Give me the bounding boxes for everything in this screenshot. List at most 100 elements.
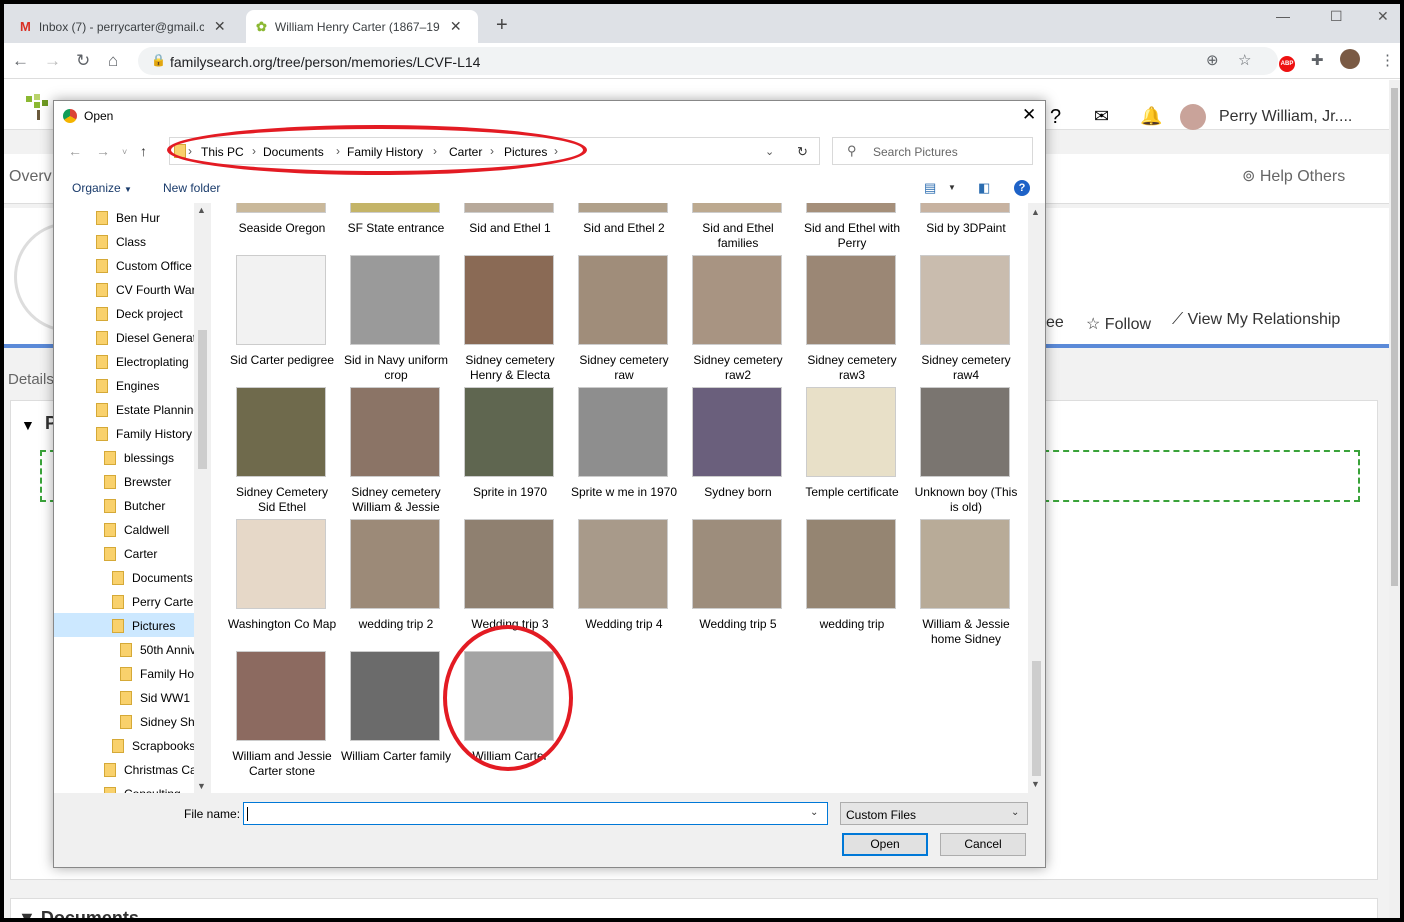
folder-tree-item[interactable]: Carter xyxy=(54,541,194,565)
file-item[interactable]: Sidney cemetery raw2 xyxy=(682,203,794,793)
file-item[interactable]: William & Jessie home Sidney xyxy=(910,203,1022,793)
bookmark-star-icon[interactable]: ☆ xyxy=(1238,51,1251,69)
dialog-close-icon[interactable]: ✕ xyxy=(1022,105,1036,125)
breadcrumb-documents[interactable]: Documents xyxy=(263,145,324,159)
file-item[interactable]: Wedding trip 3 xyxy=(454,203,566,793)
file-item[interactable]: Sid and Ethel with Perry xyxy=(796,203,908,793)
folder-tree-item[interactable]: Class xyxy=(54,229,194,253)
file-item[interactable]: wedding trip 2 xyxy=(340,203,452,793)
folder-tree-item[interactable]: Engines xyxy=(54,373,194,397)
file-item[interactable]: Sidney cemetery raw xyxy=(568,203,680,793)
folder-tree-item[interactable]: Documents xyxy=(54,565,194,589)
maximize-icon[interactable]: ☐ xyxy=(1330,8,1343,25)
folder-tree-item[interactable]: Christmas Ca xyxy=(54,757,194,781)
file-item[interactable]: Sidney cemetery raw4 xyxy=(910,203,1022,793)
folder-tree-item[interactable]: 50th Anniv xyxy=(54,637,194,661)
view-relationship-button[interactable]: ⟋ View My Relationship xyxy=(1172,311,1340,329)
folder-tree-item[interactable]: Consulting xyxy=(54,781,194,793)
folder-tree-item[interactable]: Electroplating xyxy=(54,349,194,373)
file-item[interactable]: Sidney cemetery Henry & Electa xyxy=(454,203,566,793)
file-item[interactable]: Unknown boy (This is old) xyxy=(910,203,1022,793)
refresh-icon[interactable]: ↻ xyxy=(797,144,808,160)
folder-tree-item[interactable]: CV Fourth War xyxy=(54,277,194,301)
file-item[interactable]: William Carter family xyxy=(340,203,452,793)
minimize-icon[interactable]: — xyxy=(1276,8,1290,24)
scroll-down-icon[interactable]: ▼ xyxy=(197,781,206,791)
messages-icon[interactable]: ✉ xyxy=(1094,106,1109,127)
file-item[interactable]: Sidney cemetery raw3 xyxy=(796,203,908,793)
tab-gmail[interactable]: M Inbox (7) - perrycarter@gmail.com ✕ xyxy=(10,10,246,43)
breadcrumb-family-history[interactable]: Family History xyxy=(347,145,423,159)
open-button[interactable]: Open xyxy=(842,833,928,856)
organize-menu[interactable]: Organize ▼ xyxy=(72,181,132,195)
file-item[interactable]: Washington Co Map xyxy=(226,203,338,793)
folder-tree-item[interactable]: Pictures xyxy=(54,613,194,637)
folder-tree-scrollbar[interactable]: ▲ ▼ xyxy=(194,203,211,793)
tab-overview[interactable]: Overv xyxy=(9,168,52,186)
file-item[interactable]: Sid and Ethel 1 xyxy=(454,203,566,793)
breadcrumb[interactable]: › This PC › Documents › Family History ›… xyxy=(169,137,820,165)
breadcrumb-carter[interactable]: Carter xyxy=(449,145,482,159)
new-folder-button[interactable]: New folder xyxy=(163,181,220,195)
help-button[interactable]: ? xyxy=(1014,180,1030,196)
close-icon[interactable]: ✕ xyxy=(214,18,226,35)
page-scrollbar[interactable] xyxy=(1389,80,1400,918)
file-name-input[interactable]: ⌄ xyxy=(243,802,828,825)
close-icon[interactable]: ✕ xyxy=(450,18,462,35)
tab-familysearch[interactable]: ✿ William Henry Carter (1867–1948) ✕ xyxy=(246,10,478,43)
folder-tree-item[interactable]: Deck project xyxy=(54,301,194,325)
folder-tree-item[interactable]: Butcher xyxy=(54,493,194,517)
page-scroll-thumb[interactable] xyxy=(1391,88,1398,586)
forward-arrow-icon[interactable]: → xyxy=(96,143,110,159)
folder-tree-item[interactable]: Sidney Sho xyxy=(54,709,194,733)
file-grid-scroll-thumb[interactable] xyxy=(1032,661,1041,776)
folder-tree-item[interactable]: Estate Planning xyxy=(54,397,194,421)
file-item[interactable]: Sidney cemetery William & Jessie xyxy=(340,203,452,793)
back-arrow-icon[interactable]: ← xyxy=(68,143,82,159)
file-item[interactable]: William and Jessie Carter stone xyxy=(226,203,338,793)
folder-tree-item[interactable]: Scrapbooks xyxy=(54,733,194,757)
folder-tree-item[interactable]: Diesel Generato xyxy=(54,325,194,349)
file-item[interactable]: Sprite in 1970 xyxy=(454,203,566,793)
folder-tree-item[interactable]: Ben Hur xyxy=(54,205,194,229)
folder-tree-item[interactable]: Family Ho xyxy=(54,661,194,685)
folder-tree-item[interactable]: Custom Office xyxy=(54,253,194,277)
tree-link-fragment[interactable]: ee xyxy=(1046,314,1064,332)
menu-kebab-icon[interactable]: ⋮ xyxy=(1380,51,1395,69)
folder-tree-item[interactable]: blessings xyxy=(54,445,194,469)
window-close-icon[interactable]: ✕ xyxy=(1377,8,1389,25)
change-view-icon[interactable]: ▤ xyxy=(924,180,936,196)
chevron-down-icon[interactable]: ⌄ xyxy=(810,807,818,818)
file-item[interactable]: Seaside Oregon xyxy=(226,203,338,793)
follow-button[interactable]: ☆ Follow xyxy=(1086,314,1151,334)
user-name[interactable]: Perry William, Jr.... xyxy=(1219,108,1352,126)
home-icon[interactable]: ⌂ xyxy=(108,51,118,71)
back-icon[interactable]: ← xyxy=(12,51,29,71)
file-grid-scrollbar[interactable]: ▲ ▼ xyxy=(1028,203,1045,793)
forward-icon[interactable]: → xyxy=(44,51,61,71)
folder-tree-scroll-thumb[interactable] xyxy=(198,330,207,469)
profile-avatar-icon[interactable] xyxy=(1340,49,1360,69)
file-item[interactable]: Sid and Ethel families xyxy=(682,203,794,793)
scroll-up-icon[interactable]: ▲ xyxy=(1031,207,1040,217)
file-item[interactable]: Wedding trip 4 xyxy=(568,203,680,793)
file-item[interactable]: wedding trip xyxy=(796,203,908,793)
file-item[interactable]: Temple certificate xyxy=(796,203,908,793)
collapse-triangle-icon[interactable]: ▼ xyxy=(21,417,35,433)
folder-tree-item[interactable]: Caldwell xyxy=(54,517,194,541)
up-arrow-icon[interactable]: ↑ xyxy=(140,143,147,159)
view-dropdown-icon[interactable]: ▼ xyxy=(948,183,956,192)
file-item[interactable]: Sprite w me in 1970 xyxy=(568,203,680,793)
address-bar[interactable]: 🔒 familysearch.org/tree/person/memories/… xyxy=(138,47,1278,75)
file-item[interactable]: Sydney born xyxy=(682,203,794,793)
file-item[interactable]: SF State entrance xyxy=(340,203,452,793)
folder-tree-item[interactable]: Brewster xyxy=(54,469,194,493)
cancel-button[interactable]: Cancel xyxy=(940,833,1026,856)
file-item[interactable]: Sidney Cemetery Sid Ethel xyxy=(226,203,338,793)
file-type-select[interactable]: Custom Files ⌄ xyxy=(840,802,1028,825)
help-others-link[interactable]: ⊚ Help Others xyxy=(1242,166,1345,186)
file-item[interactable]: Sid Carter pedigree xyxy=(226,203,338,793)
documents-heading[interactable]: ▼ Documents xyxy=(18,908,139,918)
preview-pane-icon[interactable]: ◧ xyxy=(978,180,990,196)
scroll-up-icon[interactable]: ▲ xyxy=(197,205,206,215)
